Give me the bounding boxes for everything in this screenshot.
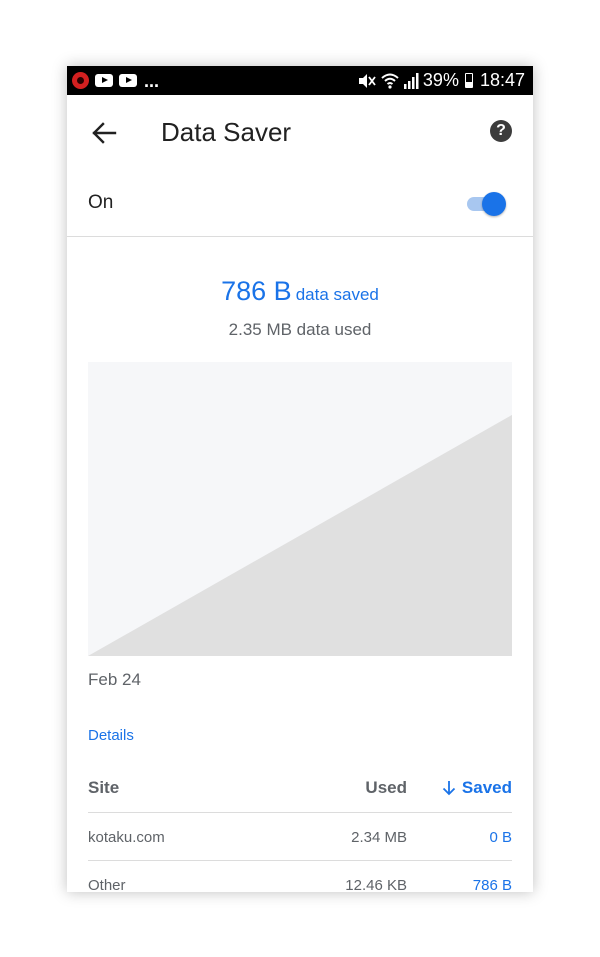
table-divider bbox=[88, 812, 512, 813]
row-saved: 786 B bbox=[472, 877, 512, 892]
wifi-icon bbox=[381, 73, 399, 89]
data-saved-summary: 786 Bdata saved bbox=[67, 276, 533, 307]
table-header: Site Used Saved bbox=[67, 774, 533, 814]
details-link[interactable]: Details bbox=[88, 727, 134, 744]
signal-icon bbox=[403, 72, 419, 89]
clock: 18:47 bbox=[479, 70, 525, 90]
notification-icons: ... bbox=[72, 66, 159, 95]
youtube-icon bbox=[119, 74, 137, 87]
row-site: Other bbox=[88, 877, 126, 892]
table-row: Other 12.46 KB 786 B bbox=[67, 877, 533, 892]
row-used: 12.46 KB bbox=[345, 877, 407, 892]
more-notifications-text: ... bbox=[144, 70, 160, 91]
row-saved: 0 B bbox=[489, 829, 512, 846]
phone-screen: ... 39% 18:47 Data Saver ? On 786 B data… bbox=[67, 66, 533, 892]
chart-date-label: Feb 24 bbox=[88, 670, 141, 689]
battery-percent: 39% bbox=[422, 70, 459, 90]
data-saver-switch[interactable] bbox=[465, 192, 507, 216]
toggle-label: On bbox=[88, 192, 114, 213]
data-saver-toggle-row[interactable]: On bbox=[67, 171, 533, 237]
app-notification-icon bbox=[72, 72, 89, 89]
system-icons: 39% 18:47 bbox=[357, 66, 525, 95]
page-title: Data Saver bbox=[161, 117, 292, 147]
youtube-icon bbox=[95, 74, 113, 87]
app-bar: Data Saver ? bbox=[67, 95, 533, 171]
column-header-used[interactable]: Used bbox=[365, 778, 407, 798]
row-used: 2.34 MB bbox=[351, 829, 407, 846]
arrow-down-icon bbox=[442, 781, 456, 796]
row-site: kotaku.com bbox=[88, 829, 165, 846]
saved-amount: 786 B bbox=[221, 276, 292, 306]
mute-icon bbox=[357, 72, 377, 90]
column-header-saved[interactable]: Saved bbox=[442, 778, 512, 798]
help-icon[interactable]: ? bbox=[490, 120, 512, 142]
saved-label: data saved bbox=[295, 285, 379, 304]
status-bar: ... 39% 18:47 bbox=[67, 66, 533, 95]
table-row: kotaku.com 2.34 MB 0 B bbox=[67, 829, 533, 869]
switch-thumb bbox=[482, 192, 506, 216]
column-header-site[interactable]: Site bbox=[88, 778, 119, 798]
column-header-saved-label: Saved bbox=[461, 778, 512, 797]
data-used-text: 2.35 MB data used bbox=[228, 320, 372, 339]
back-arrow-icon[interactable] bbox=[91, 120, 117, 146]
battery-icon bbox=[464, 73, 473, 88]
data-saved-chart bbox=[88, 362, 512, 656]
table-divider bbox=[88, 860, 512, 861]
